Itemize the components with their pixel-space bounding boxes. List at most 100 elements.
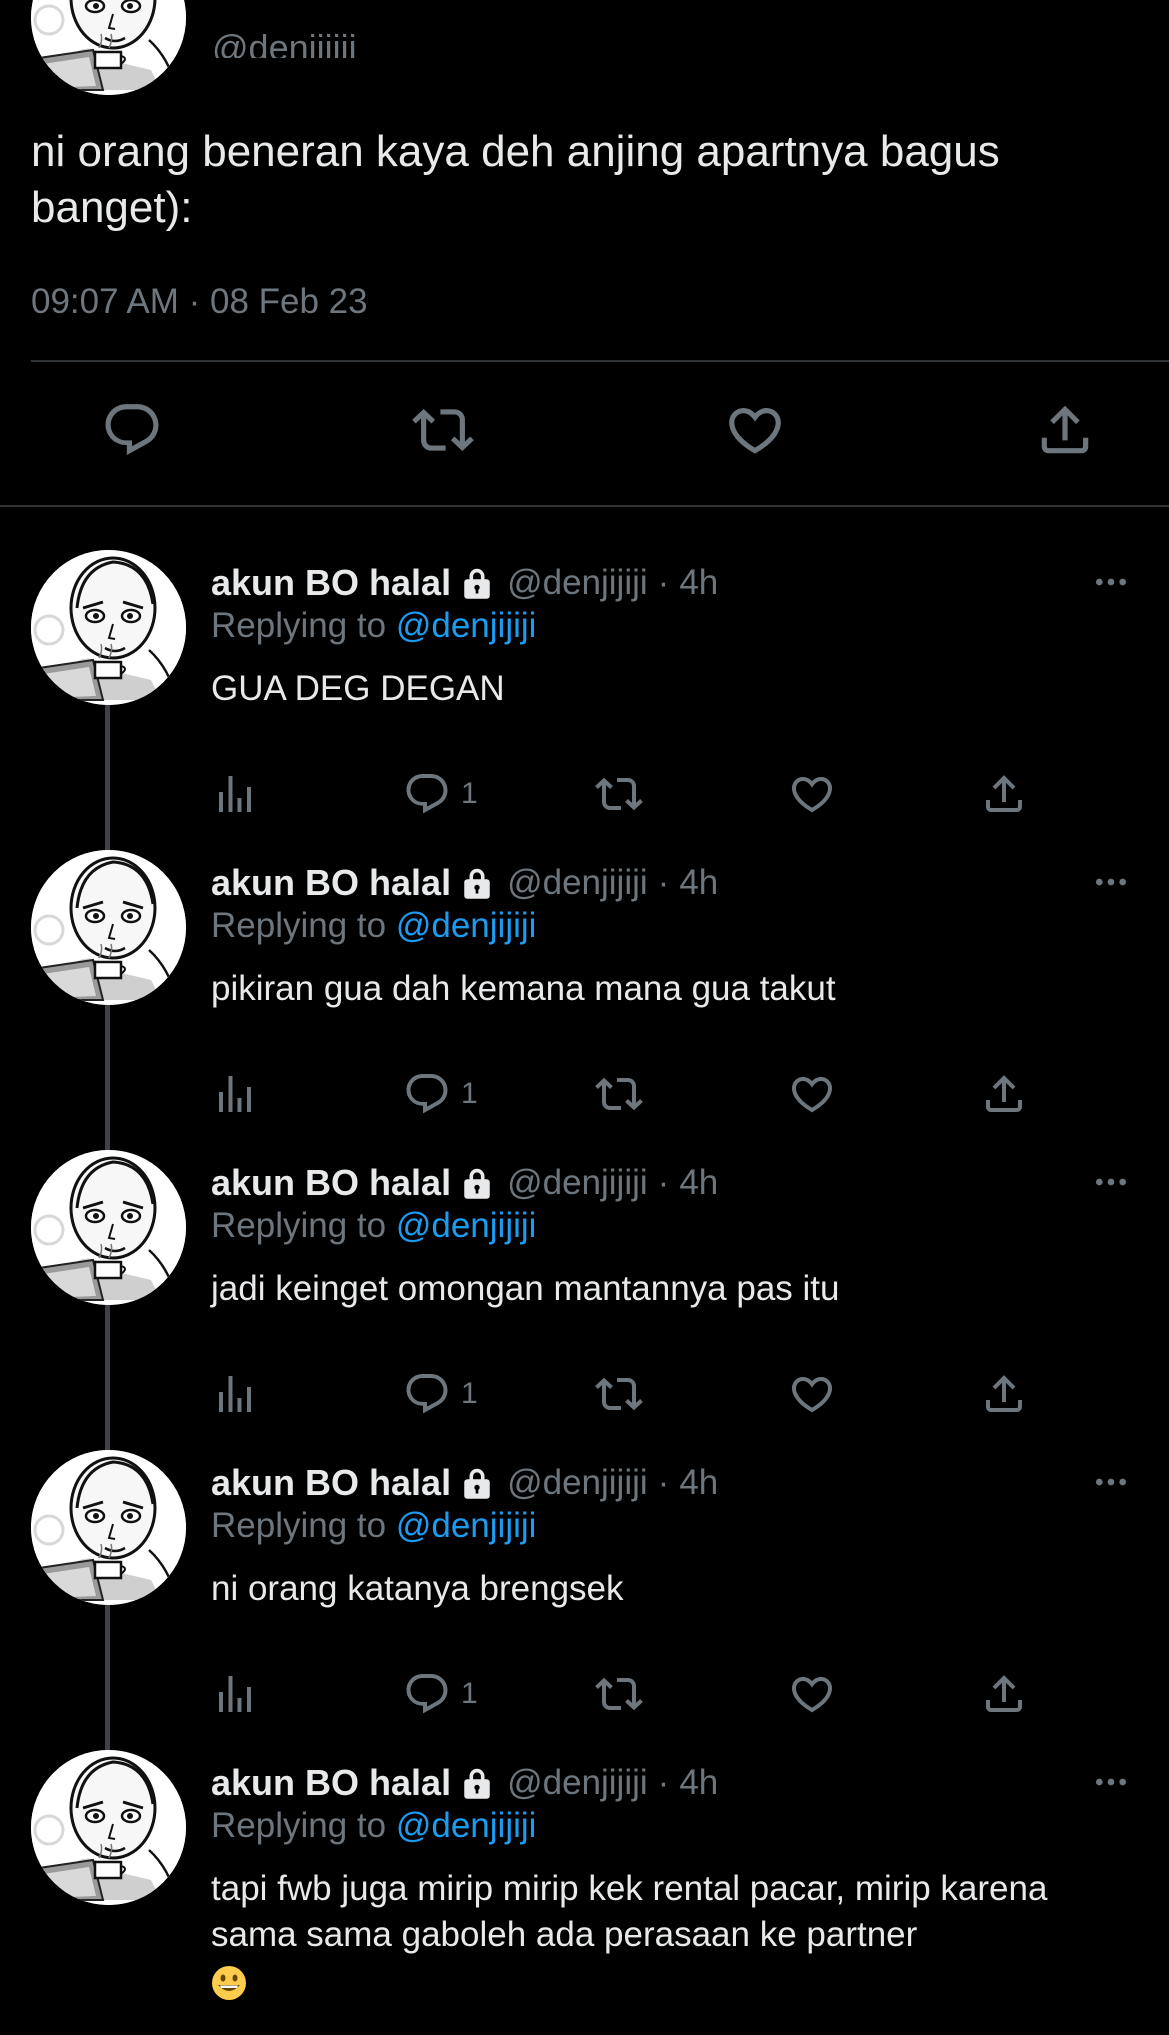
share-button[interactable] <box>1030 395 1100 465</box>
like-button[interactable] <box>788 766 836 822</box>
reply-count: 1 <box>461 1377 478 1410</box>
retweet-button[interactable] <box>595 1066 643 1122</box>
reply-tweet[interactable]: akun BO halal @denjijiji · 4h Replying t… <box>0 1750 1169 2035</box>
share-button[interactable] <box>980 1366 1028 1422</box>
replying-to: Replying to @denjijiji <box>211 906 536 946</box>
share-button[interactable] <box>980 766 1028 822</box>
retweet-icon <box>595 1370 643 1418</box>
replying-to: Replying to @denjijiji <box>211 1806 536 1846</box>
retweet-button[interactable] <box>595 1366 643 1422</box>
handle[interactable]: @denjijiji <box>507 1763 648 1803</box>
handle[interactable]: @denjijiji <box>507 1463 648 1503</box>
share-icon <box>980 1670 1028 1718</box>
reply-text: GUA DEG DEGAN <box>211 669 505 708</box>
like-button[interactable] <box>788 1366 836 1422</box>
more-options-icon[interactable] <box>1091 1762 1131 1802</box>
views-button[interactable] <box>211 1666 259 1722</box>
replying-label: Replying to <box>211 1806 387 1845</box>
share-button[interactable] <box>980 1066 1028 1122</box>
tweet-timestamp[interactable]: 09:07 AM · 08 Feb 23 <box>31 282 368 322</box>
views-button[interactable] <box>211 1366 259 1422</box>
retweet-button[interactable] <box>595 766 643 822</box>
views-icon <box>211 1670 259 1718</box>
replying-to: Replying to @denjijiji <box>211 1206 536 1246</box>
reply-tweet[interactable]: akun BO halal @denjijiji · 4h Replying t… <box>0 1150 1169 1450</box>
reply-text: pikiran gua dah kemana mana gua takut <box>211 969 836 1008</box>
replying-label: Replying to <box>211 606 387 645</box>
separator-dot: · <box>657 563 670 602</box>
reply-action-bar: 1 <box>0 1666 1169 1722</box>
like-button[interactable] <box>788 1666 836 1722</box>
timestamp[interactable]: 4h <box>679 563 718 603</box>
mention-link[interactable]: @denjijiji <box>396 906 537 945</box>
reply-action-bar: 1 <box>0 1366 1169 1422</box>
like-button[interactable] <box>720 395 790 465</box>
views-button[interactable] <box>211 1066 259 1122</box>
reply-tweet[interactable]: akun BO halal @denjijiji · 4h Replying t… <box>0 550 1169 850</box>
retweet-button[interactable] <box>408 395 478 465</box>
handle[interactable]: @denjijiji <box>507 1163 648 1203</box>
views-icon <box>211 1370 259 1418</box>
like-button[interactable] <box>788 1066 836 1122</box>
handle[interactable]: @denjijiji <box>507 563 648 603</box>
retweet-icon <box>595 1070 643 1118</box>
share-icon <box>1034 399 1096 461</box>
avatar[interactable] <box>31 1450 186 1605</box>
avatar[interactable] <box>31 550 186 705</box>
reply-tweet[interactable]: akun BO halal @denjijiji · 4h Replying t… <box>0 850 1169 1150</box>
display-name[interactable]: akun BO halal <box>211 1462 451 1504</box>
separator-dot: · <box>657 863 670 902</box>
replying-label: Replying to <box>211 906 387 945</box>
share-button[interactable] <box>980 1666 1028 1722</box>
mention-link[interactable]: @denjijiji <box>396 1806 537 1845</box>
lock-icon <box>459 1765 495 1801</box>
replying-to: Replying to @denjijiji <box>211 1506 536 1546</box>
reply-button[interactable]: 1 <box>403 766 478 822</box>
mention-link[interactable]: @denjijiji <box>396 606 537 645</box>
reply-count: 1 <box>461 777 478 810</box>
timestamp[interactable]: 4h <box>679 1163 718 1203</box>
reply-action-bar: 1 <box>0 766 1169 822</box>
timestamp[interactable]: 4h <box>679 863 718 903</box>
reply-button[interactable]: 1 <box>403 1066 478 1122</box>
author-handle: @denjijiji <box>212 28 357 58</box>
reply-text-body: tapi fwb juga mirip mirip kek rental pac… <box>211 1869 1048 1954</box>
display-name[interactable]: akun BO halal <box>211 1762 451 1804</box>
timestamp[interactable]: 4h <box>679 1763 718 1803</box>
retweet-icon <box>412 399 474 461</box>
display-name[interactable]: akun BO halal <box>211 562 451 604</box>
author-avatar[interactable] <box>31 0 186 95</box>
like-icon <box>724 399 786 461</box>
share-icon <box>980 770 1028 818</box>
more-options-icon[interactable] <box>1091 1462 1131 1502</box>
reply-button[interactable]: 1 <box>403 1666 478 1722</box>
more-options-icon[interactable] <box>1091 562 1131 602</box>
reply-text: tapi fwb juga mirip mirip kek rental pac… <box>211 1866 1141 2004</box>
divider <box>31 360 1169 362</box>
reply-count: 1 <box>461 1077 478 1110</box>
avatar[interactable] <box>31 1150 186 1305</box>
reply-tweet[interactable]: akun BO halal @denjijiji · 4h Replying t… <box>0 1450 1169 1750</box>
views-button[interactable] <box>211 766 259 822</box>
mention-link[interactable]: @denjijiji <box>396 1506 537 1545</box>
timestamp[interactable]: 4h <box>679 1463 718 1503</box>
reply-button[interactable]: 1 <box>403 1366 478 1422</box>
reply-button[interactable] <box>97 395 167 465</box>
mention-link[interactable]: @denjijiji <box>396 1206 537 1245</box>
more-options-icon[interactable] <box>1091 1162 1131 1202</box>
like-icon <box>788 1670 836 1718</box>
reply-text: ni orang katanya brengsek <box>211 1569 624 1608</box>
lock-icon <box>459 1165 495 1201</box>
avatar[interactable] <box>31 850 186 1005</box>
share-icon <box>980 1070 1028 1118</box>
divider <box>0 505 1169 507</box>
avatar[interactable] <box>31 1750 186 1905</box>
retweet-button[interactable] <box>595 1666 643 1722</box>
handle[interactable]: @denjijiji <box>507 863 648 903</box>
display-name[interactable]: akun BO halal <box>211 1162 451 1204</box>
more-options-icon[interactable] <box>1091 862 1131 902</box>
reply-icon <box>101 399 163 461</box>
reply-icon <box>403 770 451 818</box>
display-name[interactable]: akun BO halal <box>211 862 451 904</box>
replying-to: Replying to @denjijiji <box>211 606 536 646</box>
